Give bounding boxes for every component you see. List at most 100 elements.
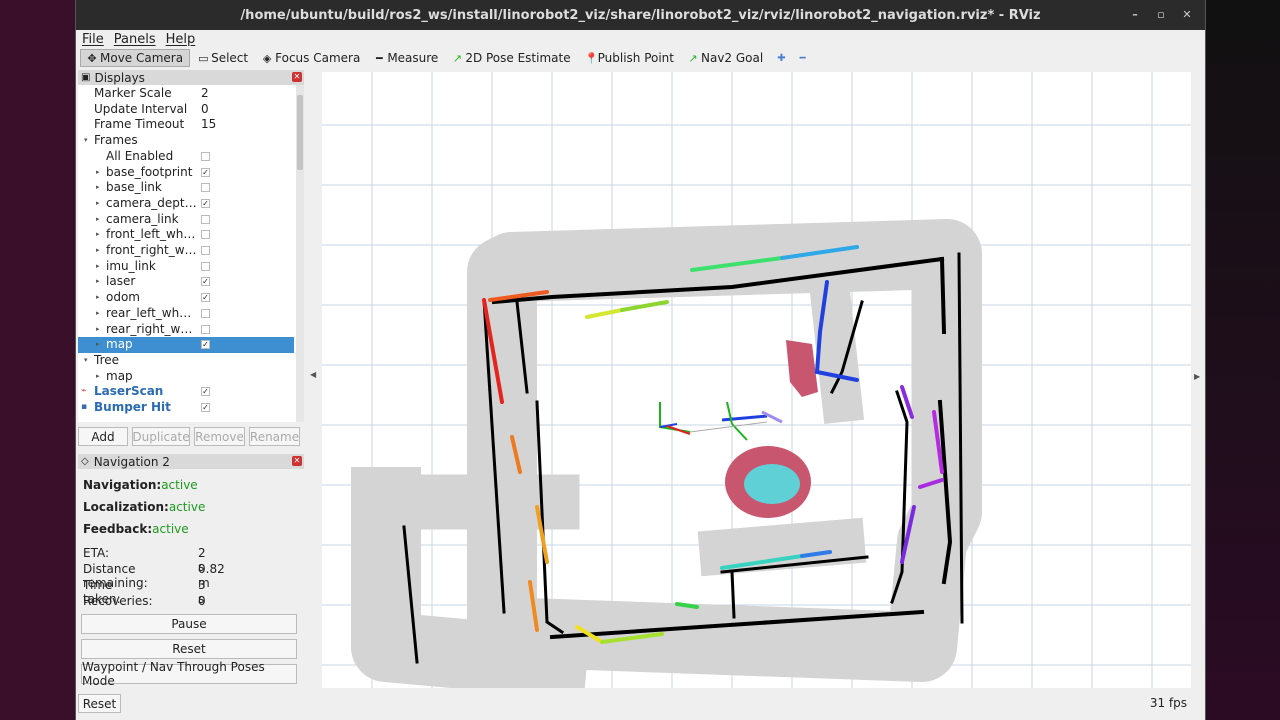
display-item-laserscan[interactable]: ⌁ LaserScan ✓ bbox=[78, 384, 294, 400]
tree-row[interactable]: All Enabled bbox=[78, 149, 294, 165]
expand-closed-icon[interactable]: ▸ bbox=[96, 306, 100, 322]
close-icon[interactable]: ✕ bbox=[1179, 8, 1195, 21]
tree-row[interactable]: ▸ map bbox=[78, 369, 294, 385]
waypoint-mode-button[interactable]: Waypoint / Nav Through Poses Mode bbox=[81, 660, 297, 688]
expand-closed-icon[interactable]: ▸ bbox=[96, 180, 100, 196]
collapse-left-icon[interactable]: ◀ bbox=[310, 370, 316, 379]
tree-row[interactable]: ▸ laser ✓ bbox=[78, 274, 294, 290]
grid bbox=[322, 72, 1191, 688]
expand-closed-icon[interactable]: ▸ bbox=[96, 212, 100, 228]
expand-closed-icon[interactable]: ▸ bbox=[96, 322, 100, 338]
displays-tree[interactable]: Marker Scale 2 Update Interval 0 Frame Timeo… bbox=[78, 85, 296, 422]
tool-2d-pose-estimate[interactable]: ↗ 2D Pose Estimate bbox=[446, 49, 576, 67]
tool-focus-camera[interactable]: ◈ Focus Camera bbox=[256, 49, 366, 67]
collapse-right-icon[interactable]: ▶ bbox=[1194, 372, 1200, 381]
checkbox[interactable] bbox=[201, 261, 210, 271]
tree-row-label: All Enabled bbox=[106, 148, 174, 163]
tool-move-camera[interactable]: ✥ Move Camera bbox=[80, 49, 191, 67]
checkbox[interactable]: ✓ bbox=[201, 387, 210, 397]
add-tool-icon[interactable]: ✚ bbox=[771, 49, 791, 67]
add-button[interactable]: Add bbox=[78, 427, 128, 446]
reset-view-button[interactable]: Reset bbox=[78, 694, 121, 713]
pause-button[interactable]: Pause bbox=[81, 614, 297, 634]
checkbox[interactable]: ✓ bbox=[201, 277, 210, 287]
scrollbar-thumb[interactable] bbox=[297, 95, 303, 170]
tree-row[interactable]: ▾ Tree bbox=[78, 353, 294, 369]
checkbox[interactable] bbox=[201, 308, 210, 318]
expand-closed-icon[interactable]: ▸ bbox=[96, 290, 100, 306]
tree-row[interactable]: Frame Timeout 15 bbox=[78, 117, 294, 133]
expand-closed-icon[interactable]: ▸ bbox=[96, 274, 100, 290]
navigation-title: Navigation 2 bbox=[93, 454, 170, 469]
tool-publish-point[interactable]: 📍 Publish Point bbox=[579, 49, 680, 67]
checkbox[interactable]: ✓ bbox=[201, 340, 210, 350]
checkbox[interactable]: ✓ bbox=[201, 167, 210, 177]
tool-measure[interactable]: ━ Measure bbox=[368, 49, 444, 67]
window-titlebar[interactable]: /home/ubuntu/build/ros2_ws/install/linor… bbox=[76, 0, 1205, 30]
tree-row[interactable]: ▸ camera_link bbox=[78, 212, 294, 228]
display-item-bumper-hit[interactable]: ▪ Bumper Hit ✓ bbox=[78, 400, 294, 416]
expand-closed-icon[interactable]: ▸ bbox=[96, 259, 100, 275]
rename-button[interactable]: Rename bbox=[249, 427, 300, 446]
tool-toolbar: ✥ Move Camera ▭ Select ◈ Focus Camera ━ Measure… bbox=[76, 48, 1205, 68]
map-canvas[interactable] bbox=[322, 72, 1191, 688]
tool-label: Measure bbox=[387, 51, 439, 65]
window-title: /home/ubuntu/build/ros2_ws/install/linor… bbox=[240, 7, 1041, 23]
remove-button[interactable]: Remove bbox=[194, 427, 245, 446]
checkbox[interactable] bbox=[201, 246, 210, 255]
expand-closed-icon[interactable]: ▸ bbox=[96, 227, 100, 243]
menu-help[interactable]: Help bbox=[166, 32, 196, 47]
tree-row[interactable]: Marker Scale 2 bbox=[78, 86, 294, 102]
menu-panels[interactable]: Panels bbox=[114, 32, 156, 47]
checkbox[interactable] bbox=[201, 230, 210, 240]
expand-closed-icon[interactable]: ▸ bbox=[96, 243, 100, 259]
expand-open-icon[interactable]: ▾ bbox=[84, 353, 88, 369]
tool-label: Focus Camera bbox=[275, 51, 361, 65]
expand-closed-icon[interactable]: ▸ bbox=[96, 369, 100, 385]
panel-splitter[interactable]: ◀ bbox=[306, 70, 322, 688]
close-panel-icon[interactable]: ✕ bbox=[292, 72, 302, 82]
expand-closed-icon[interactable]: ▸ bbox=[96, 337, 100, 353]
maximize-icon[interactable]: ▫ bbox=[1153, 8, 1169, 21]
checkbox[interactable] bbox=[201, 324, 210, 334]
tree-row[interactable]: ▾ Frames bbox=[78, 133, 294, 149]
render-viewport[interactable] bbox=[322, 72, 1191, 688]
remove-tool-icon[interactable]: ━ bbox=[794, 49, 812, 67]
tree-row[interactable]: ▸ base_link bbox=[78, 180, 294, 196]
tree-row[interactable]: ▸ imu_link bbox=[78, 259, 294, 275]
tree-row[interactable]: ▸ rear_right_w… bbox=[78, 322, 294, 338]
displays-scrollbar[interactable] bbox=[296, 85, 304, 422]
status-bar: Reset 31 fps bbox=[76, 692, 1205, 718]
viewport-right-splitter[interactable]: ▶ bbox=[1191, 72, 1205, 688]
checkbox[interactable] bbox=[201, 151, 210, 161]
reset-nav-button[interactable]: Reset bbox=[81, 639, 297, 659]
checkbox[interactable]: ✓ bbox=[201, 403, 210, 412]
checkbox[interactable]: ✓ bbox=[201, 293, 210, 303]
tree-row-label: Bumper Hit bbox=[94, 400, 171, 414]
tree-row[interactable]: ▸ map ✓ bbox=[78, 337, 294, 353]
minimize-icon[interactable]: – bbox=[1127, 8, 1143, 21]
tree-row-value[interactable]: 0 bbox=[201, 102, 209, 118]
tree-row[interactable]: ▸ front_left_wh… bbox=[78, 227, 294, 243]
expand-closed-icon[interactable]: ▸ bbox=[96, 196, 100, 212]
tree-row[interactable]: ▸ odom ✓ bbox=[78, 290, 294, 306]
tree-row[interactable]: Update Interval 0 bbox=[78, 102, 294, 118]
tool-label: Publish Point bbox=[597, 51, 674, 65]
tree-row[interactable]: ▸ rear_left_wh… bbox=[78, 306, 294, 322]
duplicate-button[interactable]: Duplicate bbox=[132, 427, 190, 446]
expand-closed-icon[interactable]: ▸ bbox=[96, 165, 100, 181]
checkbox[interactable] bbox=[201, 214, 210, 224]
tree-row-value[interactable]: 2 bbox=[201, 86, 209, 102]
checkbox[interactable] bbox=[201, 183, 210, 193]
tree-row[interactable]: ▸ base_footprint ✓ bbox=[78, 165, 294, 181]
tool-nav2-goal[interactable]: ↗ Nav2 Goal bbox=[682, 49, 769, 67]
tool-select[interactable]: ▭ Select bbox=[192, 49, 254, 67]
tf-axis-odom bbox=[659, 402, 691, 433]
expand-open-icon[interactable]: ▾ bbox=[84, 133, 88, 149]
tree-row-value[interactable]: 15 bbox=[201, 117, 216, 133]
menu-file[interactable]: File bbox=[82, 32, 104, 47]
tree-row[interactable]: ▸ front_right_w… bbox=[78, 243, 294, 259]
close-panel-icon[interactable]: ✕ bbox=[292, 456, 302, 466]
checkbox[interactable]: ✓ bbox=[201, 198, 210, 208]
tree-row[interactable]: ▸ camera_dept… ✓ bbox=[78, 196, 294, 212]
